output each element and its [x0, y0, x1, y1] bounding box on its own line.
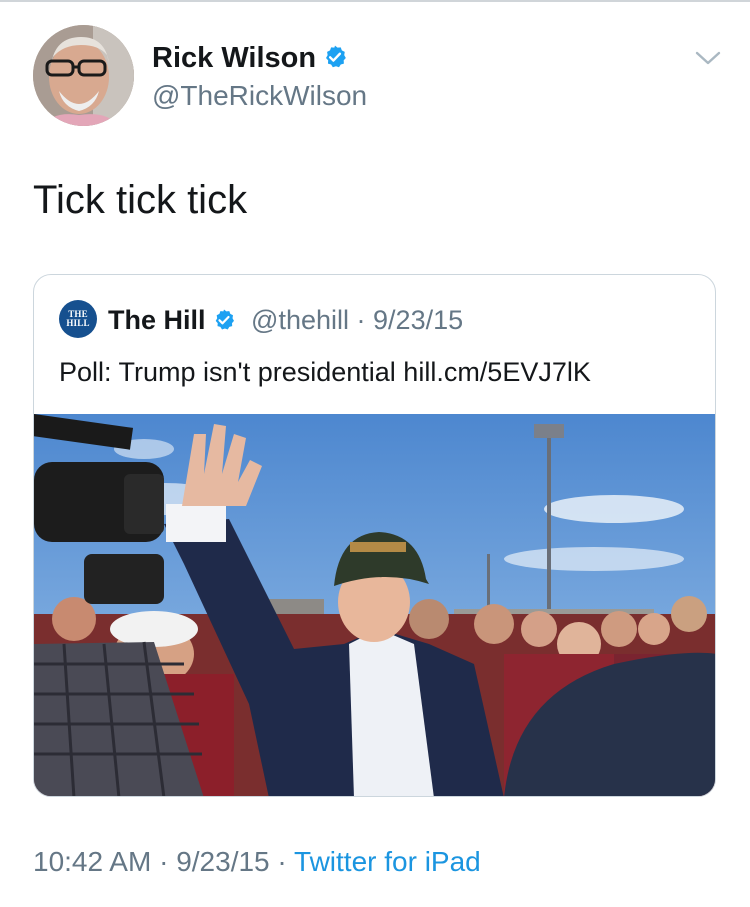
tweet-source-link[interactable]: Twitter for iPad: [294, 846, 481, 877]
top-divider: [0, 0, 750, 2]
the-hill-logo: THE HILL: [59, 300, 97, 338]
quoted-author-name[interactable]: The Hill: [108, 305, 206, 335]
chevron-down-icon[interactable]: [693, 46, 723, 70]
meta-separator-2: ·: [277, 846, 287, 877]
author-name[interactable]: Rick Wilson: [152, 42, 316, 74]
tweet-time[interactable]: 10:42 AM: [33, 846, 151, 877]
author-handle[interactable]: @TheRickWilson: [152, 80, 367, 112]
meta-separator-1: ·: [159, 846, 169, 877]
logo-text-line-2: HILL: [66, 318, 90, 328]
quoted-tweet-photo[interactable]: [34, 414, 715, 796]
verified-badge-icon: [322, 44, 348, 78]
author-avatar[interactable]: [33, 25, 134, 126]
quoted-tweet-text: Poll: Trump isn't presidential hill.cm/5…: [59, 357, 591, 387]
rally-photo: [34, 414, 715, 796]
tweet-meta: 10:42 AM · 9/23/15 · Twitter for iPad: [33, 846, 481, 878]
quoted-tweet-header: The Hill @thehill · 9/23/15: [108, 305, 463, 339]
verified-badge-icon: [212, 308, 236, 339]
quoted-author-handle[interactable]: @thehill: [251, 305, 349, 335]
tweet-text: Tick tick tick: [33, 178, 248, 222]
header-separator: ·: [356, 305, 366, 335]
author-name-line[interactable]: Rick Wilson: [152, 42, 348, 78]
quoted-tweet-date[interactable]: 9/23/15: [373, 305, 463, 335]
quoted-tweet-card[interactable]: THE HILL The Hill @thehill · 9/23/15 Pol…: [33, 274, 716, 797]
tweet-date[interactable]: 9/23/15: [176, 846, 269, 877]
avatar-photo: [33, 25, 134, 126]
